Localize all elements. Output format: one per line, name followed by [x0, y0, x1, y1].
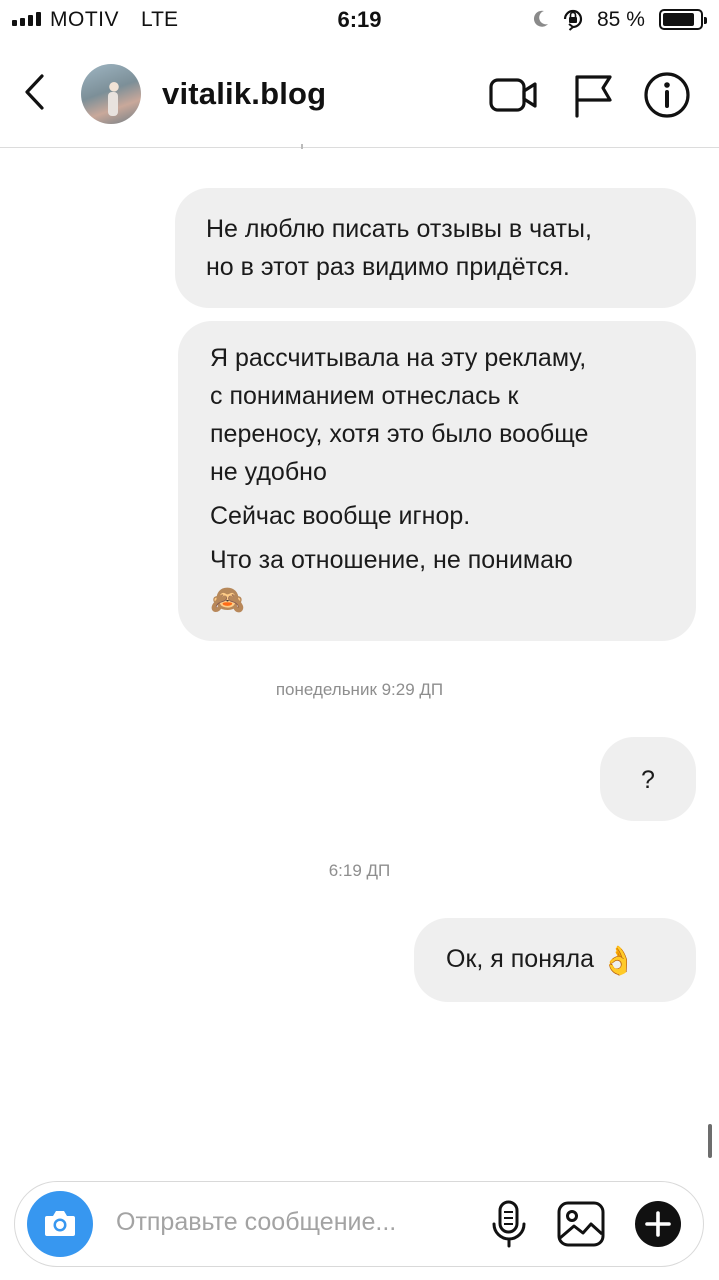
- orientation-lock-icon: [563, 9, 583, 31]
- conversation-header: vitalik.blog: [0, 40, 719, 148]
- timestamp: 6:19 ДП: [328, 861, 391, 880]
- ok-hand-emoji: 👌: [601, 945, 636, 976]
- message-line: переносу, хотя это было вообще: [210, 420, 589, 448]
- back-chevron-icon[interactable]: [18, 70, 54, 114]
- message-input[interactable]: [116, 1208, 466, 1237]
- message-text: ?: [641, 766, 655, 794]
- info-icon[interactable]: [642, 70, 692, 120]
- message-bubble[interactable]: Я рассчитывала на эту рекламу, с пониман…: [178, 321, 696, 641]
- camera-icon: [45, 1211, 75, 1236]
- message-line: но в этот раз видимо придётся.: [206, 253, 570, 281]
- scroll-indicator-mark: [301, 144, 303, 149]
- scrollbar[interactable]: [708, 1124, 712, 1158]
- username[interactable]: vitalik.blog: [162, 76, 326, 112]
- battery-icon: [659, 9, 707, 30]
- gallery-icon[interactable]: [555, 1198, 607, 1250]
- message-text: Ок, я поняла: [446, 945, 595, 973]
- message-line: с пониманием отнеслась к: [210, 382, 519, 410]
- message-composer: [14, 1181, 704, 1267]
- message-line: Я рассчитывала на эту рекламу,: [210, 344, 587, 372]
- message-line: Что за отношение, не понимаю: [210, 546, 573, 574]
- message-bubble[interactable]: Не люблю писать отзывы в чаты, но в этот…: [175, 188, 696, 308]
- video-call-icon[interactable]: [488, 70, 538, 120]
- message-line: Не люблю писать отзывы в чаты,: [206, 215, 592, 243]
- message-bubble[interactable]: ?: [600, 737, 696, 821]
- message-line: 🙈: [210, 579, 672, 617]
- battery-percent: 85 %: [597, 8, 645, 31]
- add-icon[interactable]: [632, 1198, 684, 1250]
- message-line: не удобно: [210, 458, 327, 486]
- microphone-icon[interactable]: [483, 1198, 535, 1250]
- avatar[interactable]: [81, 64, 141, 124]
- see-no-evil-monkey-emoji: 🙈: [210, 584, 245, 615]
- message-bubble[interactable]: Ок, я поняла 👌: [414, 918, 696, 1002]
- moon-icon: [533, 10, 548, 27]
- camera-button[interactable]: [27, 1191, 93, 1257]
- status-bar: MOTIV LTE 6:19 85 %: [0, 0, 719, 40]
- message-line: Сейчас вообще игнор.: [210, 502, 471, 530]
- flag-icon[interactable]: [570, 70, 620, 120]
- timestamp: понедельник 9:29 ДП: [275, 680, 444, 699]
